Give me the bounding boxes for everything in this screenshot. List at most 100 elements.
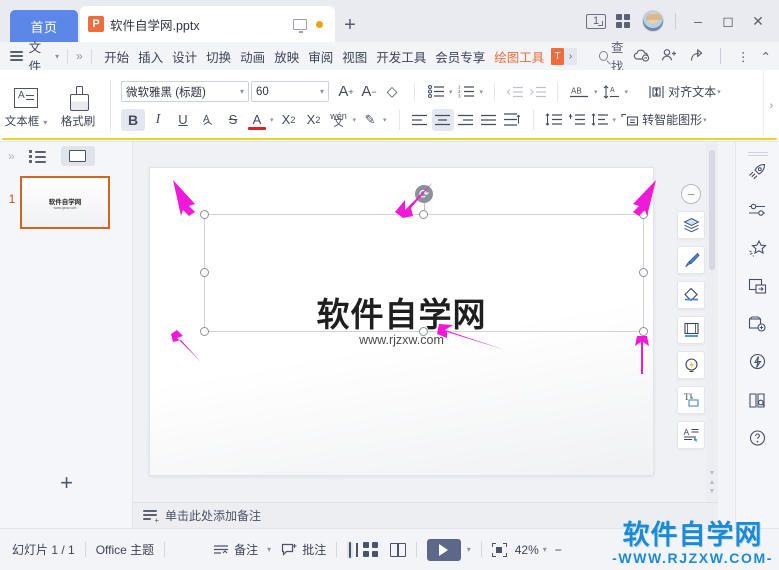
comments-button[interactable]: 批注 <box>281 541 326 558</box>
align-text-label[interactable]: 对齐文本 <box>668 83 716 100</box>
resize-handle-middle-right[interactable] <box>639 268 648 277</box>
chevron-down-icon[interactable]: ▾ <box>625 88 629 96</box>
align-left-button[interactable] <box>409 109 431 131</box>
chevron-down-icon[interactable]: ▾ <box>543 545 547 554</box>
drawing-tools-badge-icon[interactable]: T <box>550 47 565 65</box>
more-options-icon[interactable]: ⋮ <box>737 49 750 64</box>
canvas-vertical-scrollbar[interactable]: ▼ ▲ ▼ <box>706 142 718 502</box>
notes-pane[interactable]: 单击此处添加备注 <box>133 502 718 528</box>
ribbon-overflow-icon[interactable]: › <box>763 69 779 142</box>
monitor-icon[interactable] <box>293 18 307 33</box>
numbered-list-button[interactable]: 123 <box>456 81 478 103</box>
align-center-button[interactable] <box>431 108 454 131</box>
add-user-icon[interactable] <box>661 48 678 65</box>
sliders-icon[interactable] <box>736 191 779 229</box>
distribute-button[interactable] <box>501 109 523 131</box>
slide-thumbnail[interactable]: 软件自学网 www.rjzxw.com <box>20 176 110 229</box>
menu-item-0[interactable]: 开始 <box>100 47 134 66</box>
resize-handle-middle-left[interactable] <box>200 268 209 277</box>
smartart-icon-btn[interactable] <box>619 109 641 131</box>
chevron-down-icon[interactable]: ▾ <box>594 88 598 96</box>
menu-item-3[interactable]: 切换 <box>202 47 236 66</box>
slide-sorter-view-button[interactable] <box>363 542 378 557</box>
align-right-button[interactable] <box>455 109 477 131</box>
menu-item-2[interactable]: 设计 <box>168 47 202 66</box>
menu-item-8[interactable]: 开发工具 <box>372 47 431 66</box>
book-search-icon[interactable] <box>736 381 779 419</box>
chevron-down-icon[interactable]: ▾ <box>717 88 721 96</box>
fill-icon[interactable] <box>677 281 705 309</box>
slide-thumbnail-item[interactable]: 1 软件自学网 www.rjzxw.com <box>0 170 132 229</box>
pinyin-guide-button[interactable]: wén 文 <box>327 109 351 131</box>
notes-toggle-button[interactable]: 备注 ▾ <box>213 541 271 558</box>
menu-overflow-left-icon[interactable]: » <box>76 49 83 63</box>
main-menu-icon[interactable] <box>10 48 23 63</box>
rotate-handle[interactable]: ⟳ <box>415 185 433 203</box>
avatar[interactable] <box>640 8 666 34</box>
clear-format-button[interactable]: ◇ <box>381 81 403 103</box>
slide-view-button[interactable] <box>60 146 95 166</box>
chevron-down-icon[interactable]: ▾ <box>703 116 707 124</box>
sparkle-icon[interactable] <box>736 229 779 267</box>
window-count-badge[interactable]: 1 <box>586 13 606 29</box>
reading-view-button[interactable] <box>389 542 406 557</box>
slide-canvas[interactable]: 软件自学网 www.rjzxw.com ⟳ <box>150 168 653 475</box>
increase-spacing-button[interactable] <box>566 109 588 131</box>
collapse-float-toolbar-button[interactable]: − <box>681 184 701 204</box>
menu-item-7[interactable]: 视图 <box>338 47 372 66</box>
text-box-icon[interactable]: T <box>677 386 705 414</box>
resize-handle-top-right[interactable] <box>639 210 648 219</box>
justify-button[interactable] <box>478 109 500 131</box>
text-direction-button[interactable]: AB <box>566 81 592 103</box>
chevron-down-icon[interactable]: ▾ <box>267 545 271 554</box>
chevron-down-icon[interactable]: ▾ <box>383 116 387 124</box>
resize-handle-top-left[interactable] <box>200 210 209 219</box>
apps-grid-icon[interactable] <box>610 8 636 34</box>
document-tab[interactable]: P 软件自学网.pptx <box>80 6 335 42</box>
maximize-button[interactable]: ◻ <box>715 8 741 34</box>
decrease-indent-button[interactable] <box>503 81 525 103</box>
menu-item-5[interactable]: 放映 <box>270 47 304 66</box>
underline-button[interactable]: U <box>171 109 195 131</box>
frame-icon[interactable] <box>677 316 705 344</box>
close-button[interactable]: ✕ <box>745 8 771 34</box>
strikethrough-button[interactable]: S <box>221 109 245 131</box>
smartart-label[interactable]: 转智能图形 <box>642 111 702 128</box>
help-icon[interactable] <box>736 419 779 457</box>
resize-handle-bottom-left[interactable] <box>200 327 209 336</box>
zoom-out-button[interactable]: − <box>555 543 562 557</box>
idea-icon[interactable] <box>677 351 705 379</box>
text-format-icon[interactable]: A <box>677 421 705 449</box>
highlight-button[interactable]: ✎ <box>359 109 381 131</box>
bold-button[interactable]: B <box>121 108 145 131</box>
menu-item-drawing-tools[interactable]: 绘图工具 <box>490 47 549 66</box>
font-color-button[interactable]: A <box>246 109 268 131</box>
grow-font-button[interactable]: A + <box>335 81 357 103</box>
scroll-arrows[interactable]: ▼ ▲ ▼ <box>708 469 716 496</box>
cloud-sync-icon[interactable] <box>633 48 650 65</box>
cloud-tool-icon[interactable] <box>736 305 779 343</box>
font-size-select[interactable]: 60 ▾ <box>251 81 329 102</box>
fit-to-window-icon[interactable] <box>491 542 507 557</box>
collapse-ribbon-icon[interactable]: ⌃ <box>761 49 771 64</box>
paragraph-spacing-button[interactable] <box>543 109 565 131</box>
menu-item-9[interactable]: 会员专享 <box>431 47 490 66</box>
start-slideshow-button[interactable] <box>426 538 461 561</box>
slideshow-options-chevron-icon[interactable]: ▾ <box>467 545 471 554</box>
minimize-button[interactable]: ‒ <box>685 8 711 34</box>
scrollbar-thumb[interactable] <box>709 150 715 270</box>
subscript-button[interactable]: X2 <box>302 109 326 131</box>
menu-overflow-right-icon[interactable]: › <box>564 47 577 65</box>
line-spacing-button[interactable]: A <box>601 81 623 103</box>
chevron-down-icon[interactable]: ▾ <box>613 116 617 124</box>
rocket-icon[interactable] <box>736 153 779 191</box>
chevron-down-icon[interactable]: ▾ <box>480 88 484 96</box>
zoom-level-label[interactable]: 42% <box>515 543 539 557</box>
expand-panel-icon[interactable]: » <box>8 149 15 163</box>
superscript-button[interactable]: X2 <box>277 109 301 131</box>
resize-handle-bottom-right[interactable] <box>639 327 648 336</box>
bullet-list-button[interactable] <box>425 81 447 103</box>
format-painter-button[interactable]: 格式刷 <box>52 83 104 129</box>
menu-item-1[interactable]: 插入 <box>134 47 168 66</box>
resize-handle-top-center[interactable] <box>419 210 428 219</box>
